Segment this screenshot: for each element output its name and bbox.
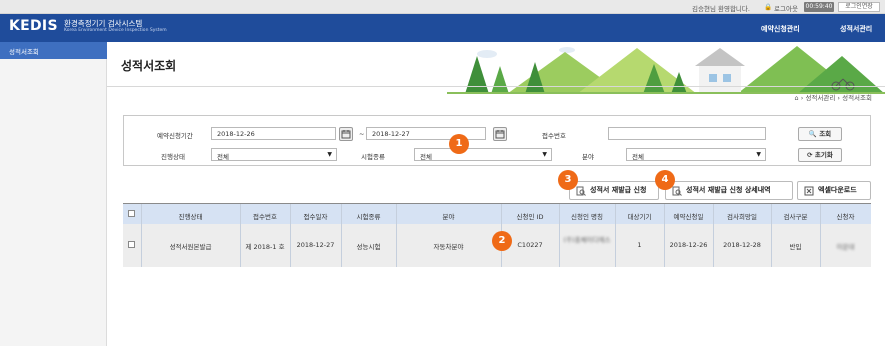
nav-report[interactable]: 성적서관리 [840, 24, 872, 34]
row-checkbox[interactable] [128, 241, 135, 248]
reset-button[interactable]: ⟳ 초기화 [798, 148, 842, 162]
breadcrumb-item: 성적서조회 [842, 94, 872, 102]
column-divider [341, 204, 342, 267]
column-header: 신청자 [836, 213, 855, 221]
cell-device-count: 1 [637, 241, 642, 249]
system-subtitle: Korea Environment Device Inspection Syst… [64, 28, 167, 33]
search-button[interactable]: 🔍 조회 [798, 127, 842, 141]
column-header: 시험종류 [356, 213, 381, 221]
status-select-value: 전체 [217, 153, 229, 161]
cell-status[interactable]: 성적서원본발급 [141, 241, 240, 251]
refresh-icon: ⟳ [807, 151, 813, 159]
callout-badge-1: 1 [449, 134, 469, 154]
column-divider [615, 204, 616, 267]
sidebar-item-report-search[interactable]: 성적서조회 [0, 42, 107, 59]
breadcrumb: ⌂ › 성적서관리 › 성적서조회 [794, 94, 872, 102]
extend-login-button[interactable]: 로그인연장 [838, 2, 880, 12]
reissue-request-button[interactable]: 성적서 재발급 신청 [569, 181, 659, 200]
table-header: 진행상태 접수번호 접수일자 시험종류 분야 신청인 ID 신청인 명칭 대상기… [123, 204, 871, 224]
callout-badge-4: 4 [655, 170, 675, 190]
column-header: 접수일자 [303, 213, 328, 221]
cell-inspection-type: 반입 [789, 243, 802, 251]
cell-receipt-date: 2018-12-27 [296, 241, 335, 249]
sidebar: 성적서조회 [0, 42, 107, 346]
select-all-checkbox[interactable] [128, 210, 135, 217]
receipt-number-input[interactable] [608, 127, 766, 140]
column-header: 신청인 명칭 [571, 213, 603, 221]
column-divider [396, 204, 397, 267]
calendar-icon[interactable] [493, 127, 507, 141]
column-header: 접수번호 [253, 213, 277, 221]
cell-receipt-no[interactable]: 제 2018-1 호 [240, 241, 290, 251]
column-header: 예약신청일 [673, 213, 704, 221]
chevron-down-icon: ▼ [756, 151, 761, 158]
column-divider [713, 204, 714, 267]
cell-field: 자동차분야 [433, 243, 464, 251]
welcome-text: 김승현님 환영합니다. [692, 5, 750, 13]
nav-reservation[interactable]: 예약신청관리 [761, 24, 800, 34]
column-divider [559, 204, 560, 267]
cell-applicant-name: (주)홍체이디에스 [563, 236, 611, 244]
period-label: 예약신청기간 [157, 132, 193, 140]
column-divider [771, 204, 772, 267]
document-search-icon [672, 186, 682, 203]
column-header: 분야 [442, 213, 455, 221]
field-select[interactable]: 전체 ▼ [626, 148, 766, 161]
test-type-select[interactable]: 전체 ▼ [414, 148, 552, 161]
date-to-input[interactable]: 2018-12-27 [366, 127, 486, 140]
divider [107, 86, 885, 87]
excel-download-button[interactable]: 엑셀다운로드 [797, 181, 871, 200]
reset-button-label: 초기화 [814, 151, 833, 159]
column-header: 검사구분 [783, 213, 808, 221]
cell-hope-date: 2018-12-28 [723, 241, 761, 249]
column-header: 대상기기 [627, 213, 652, 221]
logout-link[interactable]: 로그아웃 [774, 3, 798, 13]
excel-download-label: 엑셀다운로드 [818, 186, 857, 194]
column-divider [820, 204, 821, 267]
cell-reserve-date: 2018-12-26 [669, 241, 708, 249]
field-label: 분야 [582, 153, 594, 161]
reissue-detail-button[interactable]: 성적서 재발급 신청 상세내역 [665, 181, 793, 200]
search-icon: 🔍 [808, 130, 817, 138]
breadcrumb-item[interactable]: 성적서관리 [805, 94, 835, 102]
chevron-down-icon: ▼ [542, 151, 547, 158]
column-header: 신청인 ID [516, 213, 544, 221]
calendar-icon[interactable] [339, 127, 353, 141]
home-icon[interactable]: ⌂ [795, 94, 799, 102]
session-timer: 00:59:40 [804, 2, 834, 12]
column-divider [664, 204, 665, 267]
status-label: 진행상태 [161, 153, 185, 161]
receipt-label: 접수번호 [542, 132, 566, 140]
date-separator: ~ [359, 130, 365, 138]
header: KEDIS 환경측정기기 검사시스템 Korea Environment Dev… [0, 14, 885, 42]
search-button-label: 조회 [819, 130, 832, 138]
callout-badge-2: 2 [492, 231, 512, 251]
status-select[interactable]: 전체 ▼ [211, 148, 337, 161]
column-divider [240, 204, 241, 267]
cell-test-type: 성능시험 [356, 243, 381, 251]
column-divider [141, 204, 142, 267]
reissue-request-label: 성적서 재발급 신청 [590, 186, 647, 194]
test-type-label: 시험종류 [361, 153, 385, 161]
search-panel: 예약신청기간 2018-12-26 ~ 2018-12-27 접수번호 🔍 조회… [123, 115, 871, 166]
column-header: 진행상태 [178, 213, 203, 221]
page-title: 성적서조회 [121, 59, 177, 73]
reissue-detail-label: 성적서 재발급 신청 상세내역 [686, 186, 771, 194]
lock-icon: 🔒 [764, 3, 773, 11]
top-utility-bar: 김승현님 환영합니다. 🔒 로그아웃 00:59:40 로그인연장 [0, 0, 885, 14]
chevron-down-icon: ▼ [327, 151, 332, 158]
column-header: 검사희망일 [727, 213, 757, 221]
column-divider [290, 204, 291, 267]
excel-icon [804, 186, 814, 203]
logo[interactable]: KEDIS [9, 18, 58, 34]
field-select-value: 전체 [632, 153, 644, 161]
test-type-select-value: 전체 [420, 153, 432, 161]
date-from-input[interactable]: 2018-12-26 [211, 127, 336, 140]
callout-badge-3: 3 [558, 170, 578, 190]
document-search-icon [576, 186, 586, 203]
cell-applicant: 이문대 [836, 243, 855, 251]
